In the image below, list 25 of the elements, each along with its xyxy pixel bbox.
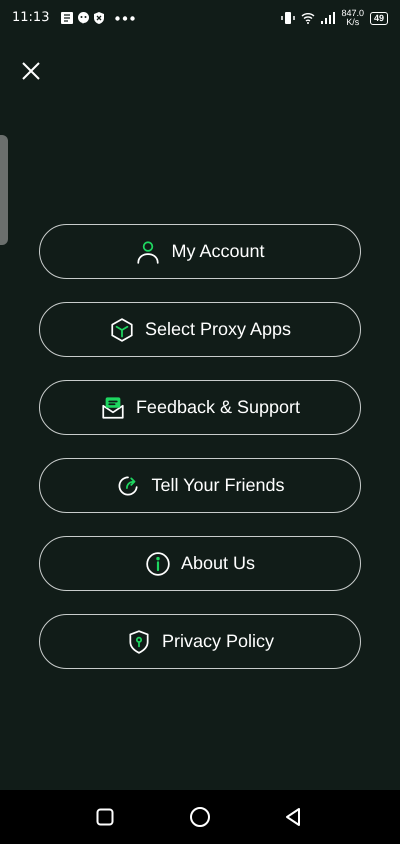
menu-button[interactable]: Select Proxy Apps bbox=[39, 302, 361, 357]
signal-icon bbox=[321, 12, 336, 24]
info-icon bbox=[144, 550, 171, 576]
vibrate-icon bbox=[281, 11, 296, 25]
home-button[interactable] bbox=[188, 806, 211, 828]
battery-level: 49 bbox=[370, 12, 388, 24]
more-icon bbox=[115, 16, 136, 20]
menu-button[interactable]: Feedback & Support bbox=[39, 380, 361, 435]
menu-button[interactable]: Tell Your Friends bbox=[39, 458, 361, 513]
wifi-icon bbox=[301, 12, 316, 24]
cube-icon bbox=[108, 316, 135, 342]
close-button[interactable] bbox=[20, 60, 42, 82]
status-time: 11:13 bbox=[12, 9, 50, 28]
news-icon bbox=[61, 12, 74, 24]
side-handle[interactable] bbox=[0, 135, 8, 245]
recents-button[interactable] bbox=[96, 807, 116, 827]
menu-button[interactable]: About Us bbox=[39, 536, 361, 591]
menu-button[interactable]: My Account bbox=[39, 224, 361, 279]
network-speed-unit: K/s bbox=[346, 18, 360, 27]
network-speed: 847.0 bbox=[341, 9, 364, 18]
shield-icon bbox=[94, 12, 104, 24]
menu-button[interactable]: Privacy Policy bbox=[39, 614, 361, 669]
person-icon bbox=[135, 238, 162, 264]
chat-icon bbox=[78, 12, 90, 24]
envelope-icon bbox=[100, 394, 126, 420]
